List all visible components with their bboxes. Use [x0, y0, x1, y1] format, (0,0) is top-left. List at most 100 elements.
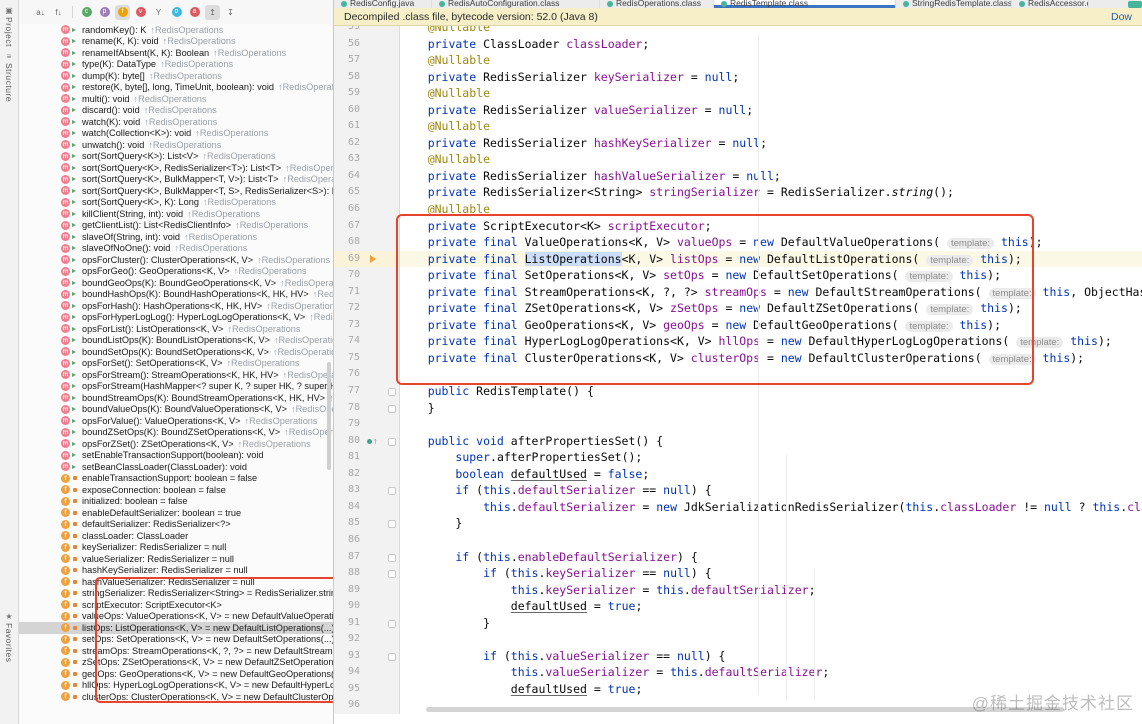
structure-item[interactable]: m restore(K, byte[], long, TimeUnit, bool…	[19, 82, 333, 94]
code-line[interactable]: 59 @Nullable	[334, 85, 1142, 102]
show-classes-icon[interactable]: c	[79, 5, 94, 20]
download-sources-link[interactable]: Dow	[1111, 11, 1132, 23]
code-text[interactable]: @Nullable	[400, 151, 1142, 168]
code-line[interactable]: 91 }	[334, 614, 1142, 632]
structure-item[interactable]: f zSetOps: ZSetOperations<K, V> = new Def…	[19, 657, 333, 669]
structure-item[interactable]: m opsForHash(): HashOperations<K, HK, HV>…	[19, 300, 333, 312]
structure-item[interactable]: m type(K): DataType ↑RedisOperations	[19, 59, 333, 71]
editor-tab[interactable]: RedisAutoConfiguration.class	[432, 0, 600, 8]
code-line[interactable]: 85 }	[334, 515, 1142, 532]
structure-item[interactable]: m opsForStream(): StreamOperations<K, HK,…	[19, 369, 333, 381]
code-line[interactable]: 77 public RedisTemplate() {	[334, 383, 1142, 400]
code-text[interactable]: public void afterPropertiesSet() {	[400, 433, 1142, 450]
structure-item[interactable]: f keySerializer: RedisSerializer = null	[19, 542, 333, 554]
fold-icon[interactable]	[385, 383, 400, 400]
code-line[interactable]: 70 private final SetOperations<K, V> set…	[334, 267, 1142, 284]
editor-tab[interactable]: RedisOperations.class	[600, 0, 714, 8]
code-line[interactable]: 67 private ScriptExecutor<K> scriptExecu…	[334, 217, 1142, 235]
structure-item[interactable]: f hllOps: HyperLogLogOperations<K, V> = n…	[19, 680, 333, 692]
structure-item[interactable]: m dump(K): byte[] ↑RedisOperations	[19, 70, 333, 82]
structure-item[interactable]: m opsForStream(HashMapper<? super K, ? su…	[19, 381, 333, 393]
structure-item[interactable]: m boundSetOps(K): BoundSetOperations<K, V…	[19, 346, 333, 358]
tool-window-tab-favorites[interactable]: ★ Favorites	[0, 612, 18, 662]
code-line[interactable]: 75 private final ClusterOperations<K, V>…	[334, 349, 1142, 367]
structure-item[interactable]: f hashKeySerializer: RedisSerializer = nu…	[19, 565, 333, 577]
code-line[interactable]: 68 private final ValueOperations<K, V> v…	[334, 234, 1142, 251]
override-marker-icon[interactable]: ↑	[363, 432, 385, 450]
filter-inherited-icon[interactable]: Y	[151, 5, 166, 20]
show-fields-icon[interactable]: f	[115, 4, 130, 20]
structure-item[interactable]: f defaultSerializer: RedisSerializer<?>	[19, 519, 333, 531]
collapse-all-icon[interactable]: ↧	[223, 5, 238, 20]
code-line[interactable]: 69 private final ListOperations<K, V> li…	[334, 250, 1142, 268]
structure-item[interactable]: m opsForHyperLogLog(): HyperLogLogOperati…	[19, 312, 333, 324]
structure-item[interactable]: f geoOps: GeoOperations<K, V> = new Defau…	[19, 668, 333, 680]
code-text[interactable]: private ClassLoader classLoader;	[400, 36, 1142, 53]
tool-window-tab-project[interactable]: ▣ Project	[0, 6, 18, 47]
code-line[interactable]: 90 defaultUsed = true;	[334, 598, 1142, 615]
code-line[interactable]: 66 @Nullable	[334, 201, 1142, 218]
structure-item[interactable]: m sort(SortQuery<K>, RedisSerializer<T>):…	[19, 162, 333, 174]
structure-item[interactable]: f scriptExecutor: ScriptExecutor<K>	[19, 599, 333, 611]
code-text[interactable]: if (this.defaultSerializer == null) {	[400, 482, 1142, 499]
code-text[interactable]: }	[400, 615, 1142, 632]
code-line[interactable]: 73 private final GeoOperations<K, V> geo…	[334, 316, 1142, 334]
code-text[interactable]: private RedisSerializer hashKeySerialize…	[400, 135, 1142, 152]
code-line[interactable]: 79	[334, 416, 1142, 433]
code-line[interactable]: 61 @Nullable	[334, 118, 1142, 135]
code-text[interactable]: private final HyperLogLogOperations<K, V…	[400, 333, 1142, 350]
structure-item[interactable]: m setBeanClassLoader(ClassLoader): void	[19, 461, 333, 473]
fold-icon[interactable]	[385, 548, 400, 566]
code-text[interactable]: @Nullable	[400, 201, 1142, 218]
fold-icon[interactable]	[385, 647, 400, 665]
show-variables-icon[interactable]: v	[133, 5, 148, 20]
editor-tab[interactable]: RedisTemplate.class	[714, 0, 896, 8]
show-anonymous-icon[interactable]: o	[169, 5, 184, 20]
structure-item[interactable]: m sort(SortQuery<K>): List<V> ↑RedisOperat…	[19, 151, 333, 163]
code-text[interactable]: defaultUsed = true;	[400, 598, 1142, 615]
fold-icon[interactable]	[385, 482, 400, 499]
code-line[interactable]: 58 private RedisSerializer keySerializer…	[334, 68, 1142, 86]
sort-alpha-icon[interactable]: a↓	[33, 5, 48, 20]
code-text[interactable]: private final ZSetOperations<K, V> zSetO…	[400, 300, 1142, 317]
code-line[interactable]: 87 if (this.enableDefaultSerializer) {	[334, 548, 1142, 566]
structure-item[interactable]: m sort(SortQuery<K>, BulkMapper<T, S>, Re…	[19, 185, 333, 197]
code-text[interactable]: private RedisSerializer<String> stringSe…	[400, 184, 1142, 201]
fold-icon[interactable]	[385, 515, 400, 532]
code-line[interactable]: 93 if (this.valueSerializer == null) {	[334, 647, 1142, 665]
code-line[interactable]: 71 private final StreamOperations<K, ?, …	[334, 283, 1142, 301]
fold-icon[interactable]	[385, 399, 400, 417]
fold-icon[interactable]	[385, 565, 400, 582]
structure-item[interactable]: f valueOps: ValueOperations<K, V> = new D…	[19, 611, 333, 623]
structure-item[interactable]: m randomKey(): K ↑RedisOperations	[19, 24, 333, 36]
code-text[interactable]: private final ValueOperations<K, V> valu…	[400, 234, 1142, 251]
code-text[interactable]: if (this.enableDefaultSerializer) {	[400, 549, 1142, 566]
code-text[interactable]: @Nullable	[400, 85, 1142, 102]
structure-item[interactable]: m renameIfAbsent(K, K): Boolean ↑RedisOper…	[19, 47, 333, 59]
code-text[interactable]: @Nullable	[400, 118, 1142, 135]
code-text[interactable]: private final StreamOperations<K, ?, ?> …	[400, 284, 1142, 301]
code-line[interactable]: 86	[334, 531, 1142, 549]
code-line[interactable]: 94 this.valueSerializer = this.defaultSe…	[334, 664, 1142, 681]
structure-item[interactable]: m getClientList(): List<RedisClientInfo> ↑…	[19, 220, 333, 232]
editor-tab[interactable]: RedisAccessor.class	[1012, 0, 1089, 8]
code-text[interactable]: private RedisSerializer keySerializer = …	[400, 69, 1142, 86]
code-line[interactable]: 83 if (this.defaultSerializer == null) {	[334, 482, 1142, 499]
code-text[interactable]: if (this.valueSerializer == null) {	[400, 648, 1142, 665]
code-line[interactable]: 80 ↑ public void afterPropertiesSet() {	[334, 432, 1142, 450]
structure-item[interactable]: m multi(): void ↑RedisOperations	[19, 93, 333, 105]
code-line[interactable]: 56 private ClassLoader classLoader;	[334, 35, 1142, 53]
code-text[interactable]: private RedisSerializer hashValueSeriali…	[400, 168, 1142, 185]
structure-item[interactable]: m rename(K, K): void ↑RedisOperations	[19, 36, 333, 48]
show-properties-icon[interactable]: p	[97, 5, 112, 20]
structure-item[interactable]: f streamOps: StreamOperations<K, ?, ?> = …	[19, 645, 333, 657]
code-text[interactable]: private final GeoOperations<K, V> geoOps…	[400, 317, 1142, 334]
code-text[interactable]: }	[400, 400, 1142, 417]
structure-item[interactable]: m boundValueOps(K): BoundValueOperations<…	[19, 404, 333, 416]
structure-item[interactable]: m sort(SortQuery<K>, K): Long ↑RedisOperat…	[19, 197, 333, 209]
structure-item[interactable]: f listOps: ListOperations<K, V> = new Def…	[19, 622, 333, 634]
code-text[interactable]	[400, 532, 1142, 549]
structure-item[interactable]: m unwatch(): void ↑RedisOperations	[19, 139, 333, 151]
structure-item[interactable]: m watch(Collection<K>): void ↑RedisOperati…	[19, 128, 333, 140]
code-line[interactable]: 72 private final ZSetOperations<K, V> zS…	[334, 300, 1142, 317]
